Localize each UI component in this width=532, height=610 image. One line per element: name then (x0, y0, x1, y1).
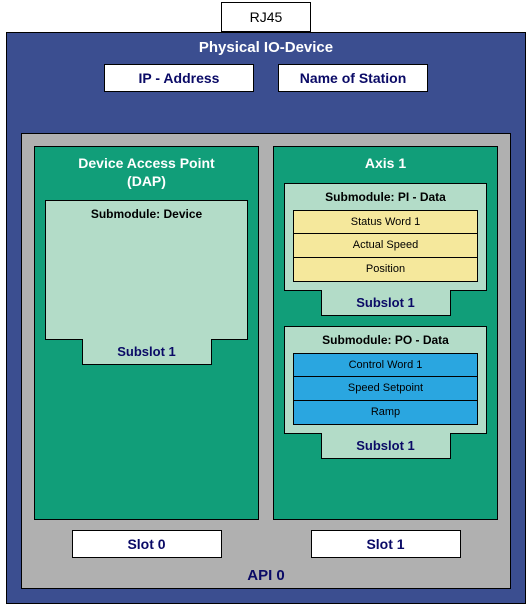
physical-io-device: Physical IO-Device IP - Address Name of … (6, 32, 526, 604)
axis-title: Axis 1 (274, 147, 497, 183)
axis-column: Axis 1 Submodule: PI - Data Status Word … (273, 146, 498, 558)
dap-submodule-title: Submodule: Device (54, 207, 239, 221)
api-label: API 0 (247, 567, 285, 584)
dap-subslot-label: Subslot 1 (82, 339, 212, 365)
slot-0-label: Slot 0 (72, 530, 222, 558)
dap-title-line2: (DAP) (127, 173, 166, 189)
pi-submodule-title: Submodule: PI - Data (293, 190, 478, 204)
dap-submodule-wrap: Submodule: Device Subslot 1 (45, 200, 248, 365)
physical-io-title: Physical IO-Device (7, 33, 525, 60)
po-subslot-label: Subslot 1 (321, 433, 451, 459)
po-row-ramp: Ramp (293, 401, 478, 425)
dap-title-line1: Device Access Point (78, 155, 214, 171)
pi-rows: Status Word 1 Actual Speed Position (293, 210, 478, 282)
po-row-control: Control Word 1 (293, 353, 478, 377)
pi-subslot-label: Subslot 1 (321, 290, 451, 316)
po-submodule-title: Submodule: PO - Data (293, 333, 478, 347)
pi-row-speed: Actual Speed (293, 234, 478, 258)
po-submodule-wrap: Submodule: PO - Data Control Word 1 Spee… (284, 326, 487, 459)
dap-title: Device Access Point (DAP) (35, 147, 258, 200)
po-submodule: Submodule: PO - Data Control Word 1 Spee… (284, 326, 487, 434)
dap-module: Device Access Point (DAP) Submodule: Dev… (34, 146, 259, 520)
pi-submodule-wrap: Submodule: PI - Data Status Word 1 Actua… (284, 183, 487, 316)
dap-column: Device Access Point (DAP) Submodule: Dev… (34, 146, 259, 558)
po-rows: Control Word 1 Speed Setpoint Ramp (293, 353, 478, 425)
ip-address-box: IP - Address (104, 64, 254, 92)
po-row-setpoint: Speed Setpoint (293, 377, 478, 401)
api-0-container: Device Access Point (DAP) Submodule: Dev… (21, 133, 511, 589)
axis-module: Axis 1 Submodule: PI - Data Status Word … (273, 146, 498, 520)
pi-row-status: Status Word 1 (293, 210, 478, 234)
top-config-row: IP - Address Name of Station (7, 64, 525, 92)
station-name-box: Name of Station (278, 64, 428, 92)
slot-1-label: Slot 1 (311, 530, 461, 558)
pi-submodule: Submodule: PI - Data Status Word 1 Actua… (284, 183, 487, 291)
slots-row: Device Access Point (DAP) Submodule: Dev… (34, 146, 498, 558)
rj45-connector: RJ45 (221, 2, 311, 32)
dap-submodule: Submodule: Device (45, 200, 248, 340)
pi-row-position: Position (293, 258, 478, 282)
